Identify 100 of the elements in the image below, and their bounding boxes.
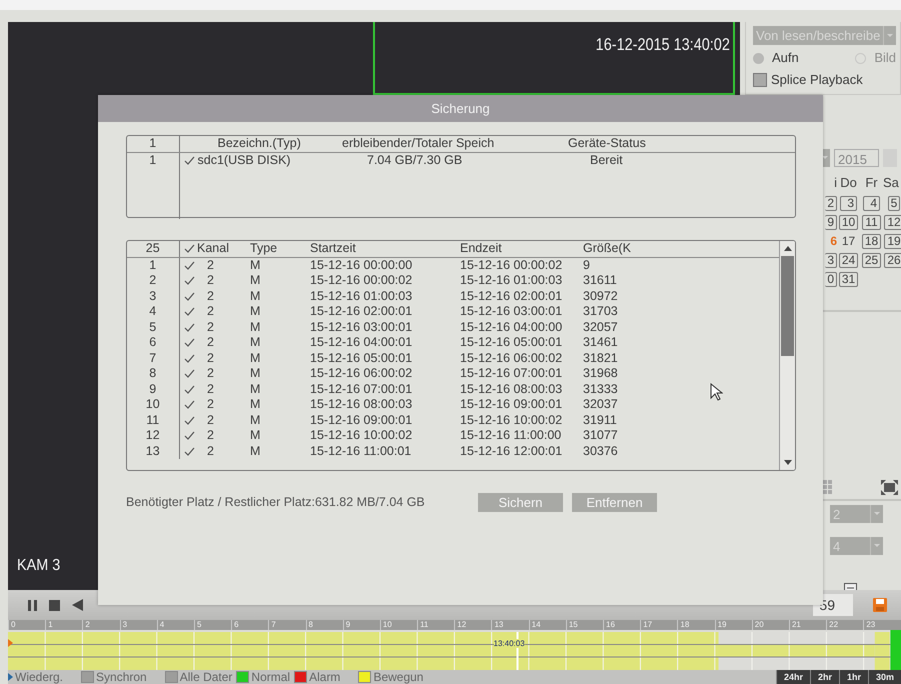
scroll-down-icon[interactable] [784,460,792,465]
checkbox[interactable] [184,431,194,440]
hour-label: 22 [826,620,864,630]
column-header: Geräte-Status [564,136,795,152]
radio-button[interactable] [753,52,764,64]
hour-label: 11 [417,620,454,630]
space-summary: Benötigter Platz / Restlicher Platz:631.82 MB/7.04 GB [126,494,426,512]
checkbox[interactable] [184,244,194,254]
table-cell: 2 [207,258,214,272]
table-cell: sdc1(USB DISK) [198,152,291,166]
hour-label: 13 [491,620,529,630]
table-cell: 15-12-16 09:00:01 [460,397,562,411]
checkbox[interactable] [184,276,194,286]
calendar-day[interactable]: 25 [862,252,882,268]
table-cell: 15-12-16 08:00:03 [310,397,412,411]
checkbox[interactable] [184,384,194,394]
checkbox[interactable] [753,72,767,87]
table-cell: 7 [127,350,179,366]
table-cell: 15-12-16 05:00:01 [460,335,562,349]
table-cell: 9 [583,258,590,272]
table-cell: 2 [207,320,214,334]
column-header: 25 [127,241,179,257]
checkbox[interactable] [184,416,194,425]
fullscreen-icon[interactable] [881,480,898,494]
table-cell: 2 [207,288,214,302]
calendar-day[interactable]: 10 [838,214,858,230]
zoom-button[interactable]: 2hr [810,670,839,684]
calendar-day[interactable]: 3 [840,196,857,210]
table-cell: 15-12-16 10:00:02 [310,428,412,442]
play-backward-icon[interactable] [72,599,83,611]
checkbox[interactable] [164,671,178,683]
table-cell: 10 [127,397,179,412]
table-cell: 2 [207,366,214,380]
table-cell: 15-12-16 00:00:00 [310,258,412,272]
table-cell: 15-12-16 06:00:02 [310,366,412,380]
calendar-day[interactable]: 5 [888,196,900,210]
table-cell: 8 [127,366,179,382]
table-cell: 31461 [583,335,618,349]
table-cell: 2 [207,397,214,411]
table-cell: M [250,397,260,411]
checkbox[interactable] [184,338,194,348]
table-cell: 15-12-16 03:00:01 [460,304,562,318]
column-header: erbleibender/Totaler Speich [336,136,564,152]
hour-label: 16 [603,620,640,630]
save-icon[interactable] [873,598,887,612]
checkbox[interactable] [184,400,194,410]
table-cell: 6 [127,335,179,350]
checkbox[interactable] [184,156,194,165]
zoom-button[interactable]: 30m [868,670,901,684]
calendar-day[interactable]: 9 [825,214,837,230]
table-cell: 31821 [583,350,618,364]
column-header: Bezeichn.(Typ) [179,136,336,152]
calendar-day[interactable]: 11 [862,214,881,230]
checkbox[interactable] [184,369,194,378]
calendar-day[interactable]: 12 [884,214,901,230]
scrollbar[interactable] [779,241,795,470]
expand-icon[interactable] [8,673,13,681]
table-cell: 30376 [583,444,618,458]
hour-label: 3 [120,620,157,630]
calendar-day[interactable]: 19 [884,234,901,248]
calendar-day[interactable]: 26 [884,252,901,268]
checkbox-label: Synchron [96,669,147,684]
table-cell: 2 [207,350,214,364]
radio-label: Aufn [772,49,799,68]
calendar-day[interactable]: 31 [838,272,858,286]
cursor-time: 13:40:03 [494,639,525,648]
zoom-button[interactable]: 24hr [776,670,810,684]
weekday-label: Sa [883,174,900,192]
hour-label: 12 [454,620,492,630]
zoom-button[interactable]: 1hr [838,670,868,684]
table-cell: 15-12-16 08:00:03 [460,382,562,396]
mouse-pointer-icon [710,383,723,401]
calendar-day[interactable]: 24 [838,252,858,268]
checkbox[interactable] [184,292,194,301]
hour-label: 5 [194,620,232,630]
scroll-up-icon[interactable] [784,246,792,251]
table-cell: 13 [127,444,179,459]
table-cell: 15-12-16 02:00:01 [460,288,562,302]
timeline-record-drawing[interactable] [8,630,901,670]
checkbox[interactable] [184,354,194,363]
checkbox[interactable] [184,446,194,456]
checkbox[interactable] [184,307,194,316]
calendar-day[interactable]: 2 [825,196,837,210]
calendar-day[interactable]: 18 [862,234,882,248]
scrollbar-thumb[interactable] [781,256,794,356]
table-cell: 5 [127,320,179,335]
channel-label: KAM 3 [16,556,60,576]
checkbox[interactable] [184,260,194,270]
calendar-day[interactable]: 4 [863,196,880,210]
caret-icon [874,512,880,515]
calendar-day[interactable]: 0 [825,272,837,286]
radio-button[interactable] [855,52,866,64]
calendar-day[interactable]: 17 [838,234,858,248]
stop-icon[interactable] [49,600,60,610]
column-header: Kanal [197,241,246,257]
table-cell: 15-12-16 10:00:02 [460,412,562,426]
pause-icon[interactable] [28,600,37,610]
checkbox[interactable] [81,671,94,683]
calendar-day[interactable]: 3 [825,252,837,268]
checkbox[interactable] [184,322,194,332]
